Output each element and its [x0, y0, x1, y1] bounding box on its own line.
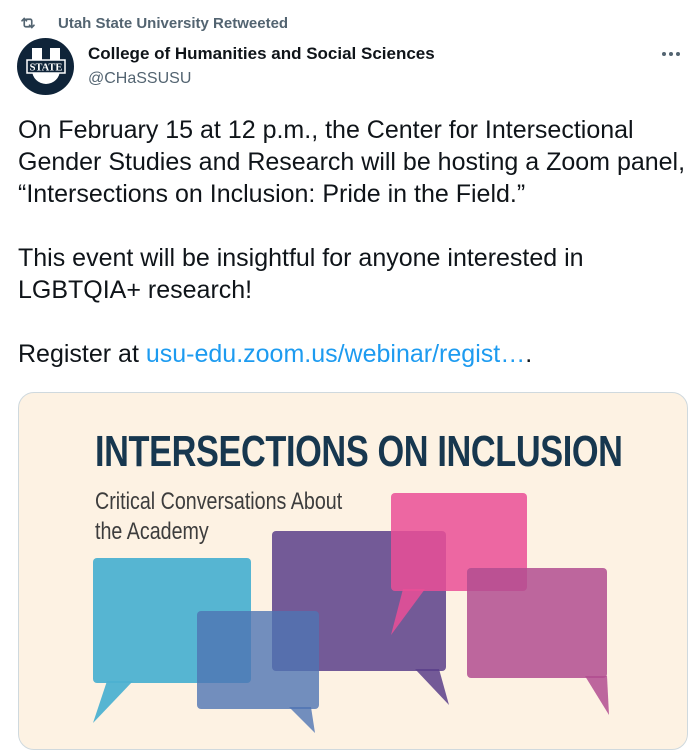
tweet-register-line: Register at usu-edu.zoom.us/webinar/regi…	[18, 338, 698, 370]
more-options-button[interactable]	[656, 44, 686, 64]
ellipsis-icon	[662, 52, 680, 56]
media-image[interactable]: INTERSECTIONS ON INCLUSION Critical Conv…	[18, 392, 688, 750]
author-block[interactable]: College of Humanities and Social Science…	[88, 44, 435, 89]
blue-speech-bubble	[197, 611, 319, 733]
retweet-label: Utah State University Retweeted	[58, 14, 289, 32]
register-suffix: .	[525, 340, 533, 368]
retweet-icon	[18, 13, 48, 33]
usu-logo: STATE	[25, 47, 66, 84]
tweet-paragraph: On February 15 at 12 p.m., the Center fo…	[18, 116, 686, 208]
author-handle[interactable]: @CHaSSUSU	[88, 69, 435, 89]
media-subtitle-line: Critical Conversations About	[95, 488, 343, 515]
avatar-text: STATE	[29, 62, 62, 73]
register-prefix: Register at	[18, 340, 146, 368]
media-subtitle-line: the Academy	[95, 518, 209, 545]
media-title: INTERSECTIONS ON INCLUSION	[95, 427, 623, 476]
tweet-paragraph: This event will be insightful for anyone…	[18, 244, 584, 304]
avatar[interactable]: STATE	[17, 38, 74, 95]
magenta-speech-bubble	[467, 568, 609, 715]
author-name[interactable]: College of Humanities and Social Science…	[88, 44, 435, 64]
tweet-text: On February 15 at 12 p.m., the Center fo…	[18, 114, 698, 370]
retweet-header[interactable]: Utah State University Retweeted	[18, 10, 288, 36]
media-subtitle: Critical Conversations About the Academy	[95, 487, 342, 547]
register-link[interactable]: usu-edu.zoom.us/webinar/regist…	[146, 340, 525, 368]
